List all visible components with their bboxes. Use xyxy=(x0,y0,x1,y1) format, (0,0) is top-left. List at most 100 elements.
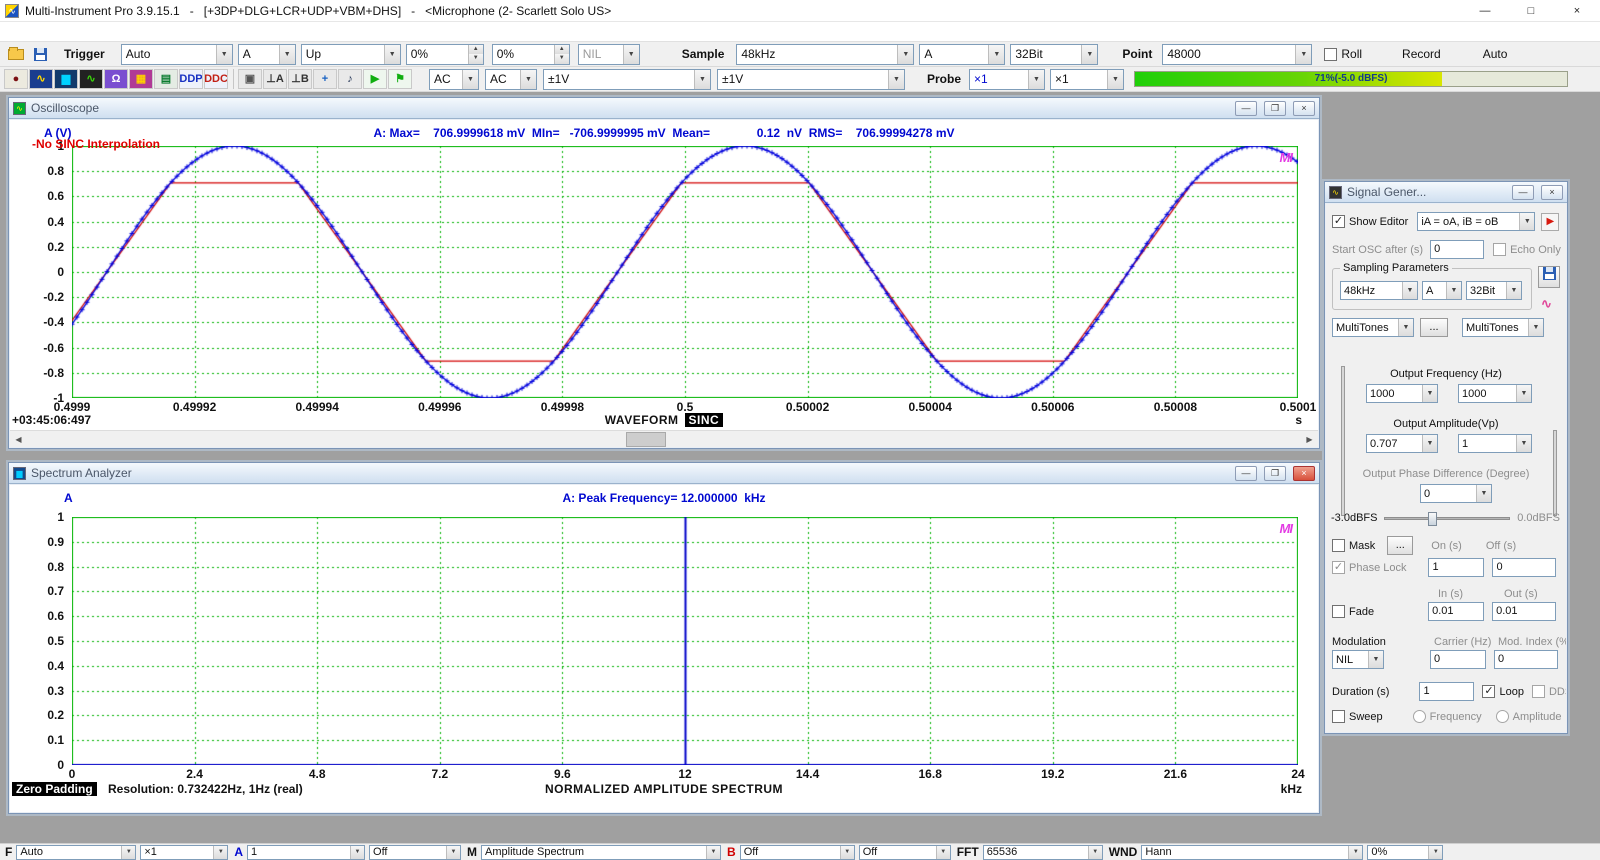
restore-button[interactable]: ❐ xyxy=(1264,101,1286,116)
spectrum-title-bar[interactable]: ▆ Spectrum Analyzer — ❐ × xyxy=(9,463,1319,484)
fade-in-input[interactable]: 0.01 xyxy=(1428,602,1484,621)
frequency-display-combo[interactable]: Auto▼ xyxy=(16,845,136,860)
menu-setting[interactable] xyxy=(18,30,36,34)
frequency-a-combo[interactable]: 1000▼ xyxy=(1366,384,1438,403)
waveform-library-icon[interactable]: ∿ xyxy=(1541,296,1552,312)
dds-checkbox[interactable]: DDS xyxy=(1532,685,1566,698)
spin-up-icon[interactable]: ▲ xyxy=(555,45,569,55)
ddp-viewer-icon[interactable]: DDP xyxy=(179,69,203,89)
spin-down-icon[interactable]: ▼ xyxy=(469,54,483,64)
trigger-delay-spinner[interactable]: 0%▲▼ xyxy=(492,44,570,65)
spinner-arrows[interactable]: ▲▼ xyxy=(554,45,569,64)
minimize-button[interactable]: — xyxy=(1512,185,1534,200)
phase-lock-b-input[interactable]: 0 xyxy=(1492,558,1556,577)
echo-only-checkbox[interactable]: Echo Only xyxy=(1493,243,1561,256)
fade-checkbox[interactable]: Fade xyxy=(1332,605,1374,618)
trigger-level-spinner[interactable]: 0%▲▼ xyxy=(406,44,484,65)
output-level-slider[interactable] xyxy=(1384,517,1510,520)
frequency-b-combo[interactable]: 1000▼ xyxy=(1458,384,1532,403)
signal-generator-icon[interactable]: ∿ xyxy=(79,69,103,89)
generator-bits-combo[interactable]: 32Bit▼ xyxy=(1466,281,1522,300)
point-combo[interactable]: 48000▼ xyxy=(1162,44,1312,65)
sampling-rate-combo[interactable]: 48kHz▼ xyxy=(736,44,914,65)
menu-instrument[interactable] xyxy=(36,30,54,34)
multimeter-icon[interactable]: Ω xyxy=(104,69,128,89)
amplitude-a-combo[interactable]: 0.707▼ xyxy=(1366,434,1438,453)
close-button[interactable]: × xyxy=(1293,101,1315,116)
restore-button[interactable]: ❐ xyxy=(1264,466,1286,481)
duration-input[interactable]: 1 xyxy=(1419,682,1474,701)
spin-up-icon[interactable]: ▲ xyxy=(469,45,483,55)
window-function-combo[interactable]: Hann▼ xyxy=(1141,845,1363,860)
start-icon[interactable]: ▶ xyxy=(363,69,387,89)
save-settings-button[interactable] xyxy=(1538,266,1560,288)
menu-help[interactable] xyxy=(72,30,90,34)
scrollbar-thumb[interactable] xyxy=(626,432,666,447)
frequency-slider[interactable] xyxy=(1341,366,1345,516)
roll-checkbox[interactable]: Roll xyxy=(1324,47,1362,61)
ddc-icon[interactable]: DDC xyxy=(204,69,228,89)
record-button[interactable]: Record xyxy=(1396,45,1447,63)
minimize-button[interactable]: — xyxy=(1462,0,1508,21)
start-osc-input[interactable]: 0 xyxy=(1430,240,1484,259)
oscilloscope-icon[interactable]: ∿ xyxy=(29,69,53,89)
mask-editor-button[interactable]: ... xyxy=(1387,536,1413,555)
probe-a-combo[interactable]: ×1▼ xyxy=(969,69,1045,90)
generator-play-button[interactable]: ▶ xyxy=(1541,213,1559,231)
carrier-input[interactable]: 0 xyxy=(1430,650,1486,669)
generator-channel-combo[interactable]: A▼ xyxy=(1422,281,1462,300)
b-mode-combo[interactable]: Off▼ xyxy=(859,845,951,860)
phase-combo[interactable]: 0▼ xyxy=(1420,484,1492,503)
mod-index-input[interactable]: 0 xyxy=(1494,650,1558,669)
wave-editor-button[interactable]: ... xyxy=(1420,318,1448,337)
data-logger-icon[interactable]: ▤ xyxy=(154,69,178,89)
sound-device-icon[interactable]: ♪ xyxy=(338,69,362,89)
sweep-amplitude-radio[interactable]: Amplitude xyxy=(1496,710,1562,723)
trigger-edge-combo[interactable]: Up▼ xyxy=(301,44,401,65)
minimize-button[interactable]: — xyxy=(1235,466,1257,481)
spinner-arrows[interactable]: ▲▼ xyxy=(468,45,483,64)
menu-window[interactable] xyxy=(54,30,72,34)
close-button[interactable]: × xyxy=(1541,185,1563,200)
measurement-mode-combo[interactable]: Amplitude Spectrum▼ xyxy=(481,845,721,860)
ground-a-icon[interactable]: ⊥A xyxy=(263,69,287,89)
amplitude-b-combo[interactable]: 1▼ xyxy=(1458,434,1532,453)
ground-b-icon[interactable]: ⊥B xyxy=(288,69,312,89)
a-gain-combo[interactable]: 1▼ xyxy=(247,845,365,860)
scroll-left-icon[interactable]: ◀ xyxy=(10,431,27,448)
menu-file[interactable] xyxy=(0,30,18,34)
range-a-combo[interactable]: ±1V▼ xyxy=(543,69,711,90)
wave-b-combo[interactable]: MultiTones▼ xyxy=(1462,318,1544,337)
minimize-button[interactable]: — xyxy=(1235,101,1257,116)
save-file-button[interactable] xyxy=(28,43,52,65)
spin-down-icon[interactable]: ▼ xyxy=(555,54,569,64)
trigger-source-combo[interactable]: A▼ xyxy=(238,44,296,65)
calibration-icon[interactable]: + xyxy=(313,69,337,89)
pan-zoom-icon[interactable]: ▣ xyxy=(238,69,262,89)
close-button[interactable]: × xyxy=(1293,466,1315,481)
overlap-combo[interactable]: 0%▼ xyxy=(1367,845,1443,860)
wave-a-combo[interactable]: MultiTones▼ xyxy=(1332,318,1414,337)
fft-size-combo[interactable]: 65536▼ xyxy=(983,845,1103,860)
open-file-button[interactable] xyxy=(4,43,28,65)
b-gain-combo[interactable]: Off▼ xyxy=(740,845,855,860)
auto-scale-button[interactable]: Auto xyxy=(1477,45,1514,63)
a-mode-combo[interactable]: Off▼ xyxy=(369,845,461,860)
show-editor-checkbox[interactable]: Show Editor xyxy=(1332,215,1408,228)
oscilloscope-title-bar[interactable]: ∿ Oscilloscope — ❐ × xyxy=(9,98,1319,119)
routing-combo[interactable]: iA = oA, iB = oB▼ xyxy=(1417,212,1535,231)
probe-b-combo[interactable]: ×1▼ xyxy=(1050,69,1124,90)
signal-generator-title-bar[interactable]: ∿ Signal Gener... — × xyxy=(1325,182,1567,203)
frequency-mult-combo[interactable]: ×1▼ xyxy=(140,845,228,860)
sampling-channel-combo[interactable]: A▼ xyxy=(919,44,1005,65)
mask-checkbox[interactable]: Mask xyxy=(1332,539,1375,552)
fade-out-input[interactable]: 0.01 xyxy=(1492,602,1556,621)
spectrum-analyzer-icon[interactable]: ▆ xyxy=(54,69,78,89)
trigger-mode-combo[interactable]: Auto▼ xyxy=(121,44,233,65)
trigger-hpf-combo[interactable]: NIL▼ xyxy=(578,44,640,65)
spectrum-3d-plot-icon[interactable]: ▦ xyxy=(129,69,153,89)
record-indicator-icon[interactable]: ● xyxy=(4,69,28,89)
maximize-button[interactable]: □ xyxy=(1508,0,1554,21)
sweep-frequency-radio[interactable]: Frequency xyxy=(1413,710,1482,723)
range-b-combo[interactable]: ±1V▼ xyxy=(717,69,905,90)
